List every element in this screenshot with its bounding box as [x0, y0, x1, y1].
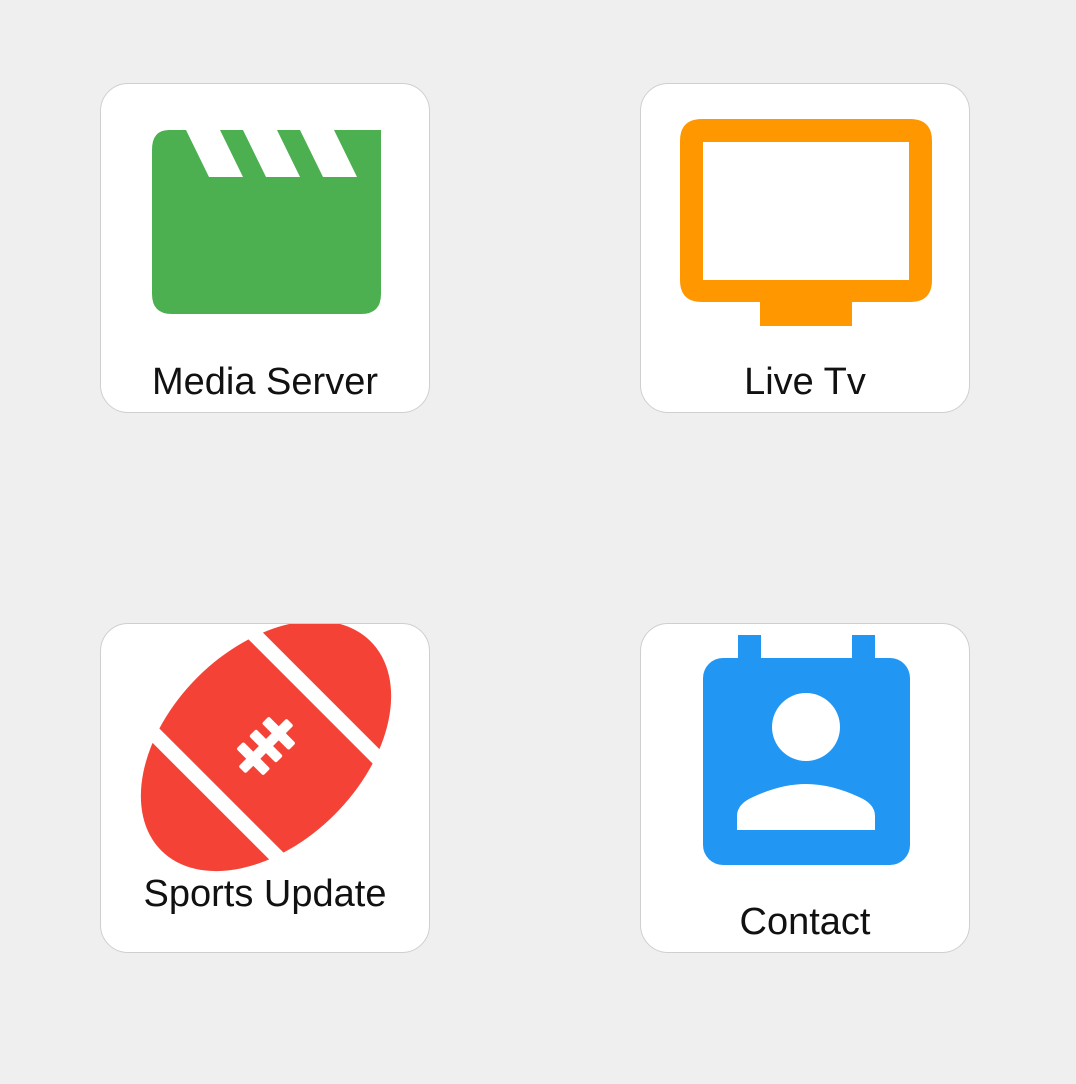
sports-update-tile[interactable]: Sports Update [100, 623, 430, 953]
contact-tile[interactable]: Contact [640, 623, 970, 953]
contact-label: Contact [739, 901, 871, 943]
sports-update-label: Sports Update [143, 873, 387, 915]
media-server-label: Media Server [152, 361, 378, 403]
live-tv-tile[interactable]: Live Tv [640, 83, 970, 413]
media-server-tile[interactable]: Media Server [100, 83, 430, 413]
live-tv-label: Live Tv [744, 361, 866, 403]
